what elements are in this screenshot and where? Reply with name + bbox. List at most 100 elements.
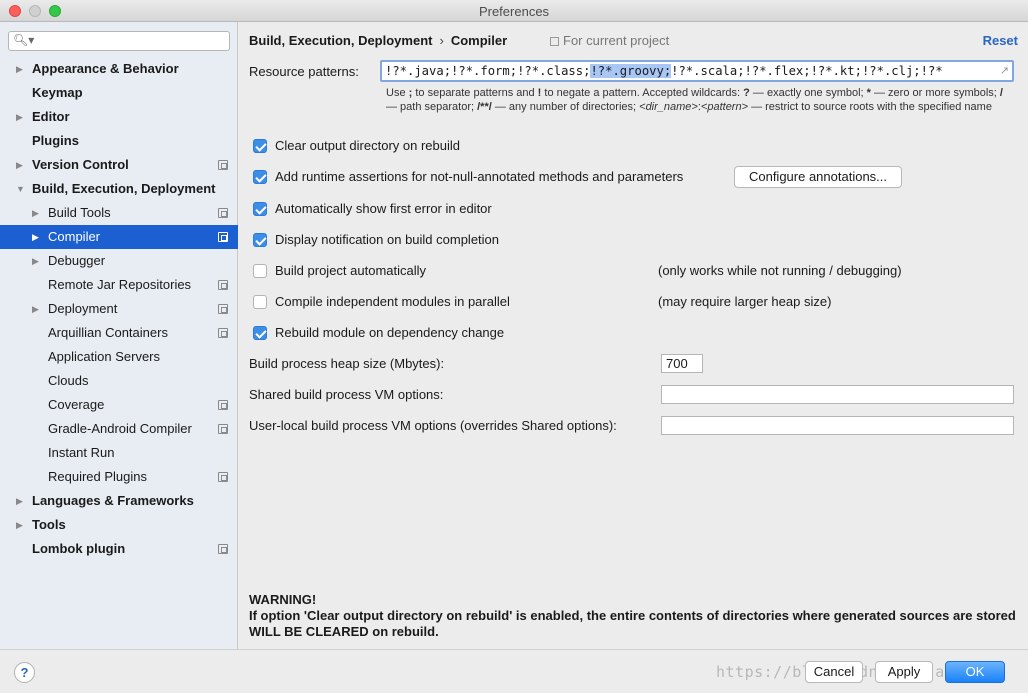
build-automatically-note: (only works while not running / debuggin… — [658, 263, 902, 278]
sidebar-item-label: Plugins — [32, 133, 79, 148]
rebuild-on-dependency-checkbox[interactable] — [253, 326, 267, 340]
sidebar-item-build-tools[interactable]: ▶ Build Tools — [0, 201, 238, 225]
sidebar-item-application-servers[interactable]: Application Servers — [0, 345, 238, 369]
sidebar-item-label: Debugger — [48, 253, 106, 268]
resource-patterns-hint: Use ; to separate patterns and ! to nega… — [386, 87, 1003, 113]
chevron-right-icon[interactable]: ▶ — [16, 489, 23, 513]
user-vm-label: User-local build process VM options (ove… — [249, 418, 617, 433]
breadcrumb-parent: Build, Execution, Deployment — [249, 33, 433, 48]
help-button[interactable]: ? — [14, 662, 35, 683]
reset-link[interactable]: Reset — [983, 33, 1018, 48]
apply-button[interactable]: Apply — [875, 661, 933, 683]
sidebar-item-version-control[interactable]: ▶ Version Control — [0, 153, 238, 177]
sidebar-item-label: Languages & Frameworks — [32, 493, 194, 508]
heap-size-label: Build process heap size (Mbytes): — [249, 356, 445, 371]
build-notification-checkbox[interactable] — [253, 233, 267, 247]
shared-vm-input[interactable] — [661, 385, 1014, 404]
chevron-right-icon[interactable]: ▶ — [32, 225, 39, 249]
chevron-right-icon[interactable]: ▶ — [32, 297, 39, 321]
chevron-right-icon[interactable]: ▶ — [16, 513, 23, 537]
sidebar-item-arquillian-containers[interactable]: Arquillian Containers — [0, 321, 238, 345]
expand-icon[interactable]: ↗ — [1000, 62, 1009, 80]
option-label: Display notification on build completion — [275, 232, 500, 247]
sidebar-item-label: Tools — [32, 517, 66, 532]
sidebar-item-label: Keymap — [32, 85, 83, 100]
sidebar-item-label: Required Plugins — [48, 469, 148, 484]
project-scope-icon — [218, 232, 228, 242]
sidebar-item-tools[interactable]: ▶ Tools — [0, 513, 238, 537]
resource-patterns-text: !?*.java;!?*.form;!?*.class; — [385, 64, 591, 78]
settings-tree: ▶ Appearance & Behavior Keymap ▶ Editor Plugi… — [0, 57, 238, 561]
sidebar-item-label: Application Servers — [48, 349, 160, 364]
configure-annotations-button[interactable]: Configure annotations... — [734, 166, 902, 188]
shared-vm-label: Shared build process VM options: — [249, 387, 444, 402]
breadcrumb-separator: › — [439, 33, 444, 48]
runtime-assertions-checkbox[interactable] — [253, 170, 267, 184]
sidebar-item-instant-run[interactable]: Instant Run — [0, 441, 238, 465]
sidebar-item-build-execution-deployment[interactable]: ▼ Build, Execution, Deployment — [0, 177, 238, 201]
sidebar-item-required-plugins[interactable]: Required Plugins — [0, 465, 238, 489]
sidebar-item-label: Build, Execution, Deployment — [32, 181, 216, 196]
project-scope-icon — [218, 400, 228, 410]
sidebar-item-label: Appearance & Behavior — [32, 61, 179, 76]
resource-patterns-selection: !?*.groovy; — [590, 64, 672, 78]
project-scope-icon — [218, 304, 228, 314]
ok-button[interactable]: OK — [945, 661, 1005, 683]
sidebar-item-remote-jar-repositories[interactable]: Remote Jar Repositories — [0, 273, 238, 297]
scope-label: For current project — [563, 33, 670, 48]
resource-patterns-label: Resource patterns: — [249, 64, 359, 79]
sidebar-item-deployment[interactable]: ▶ Deployment — [0, 297, 238, 321]
cancel-button[interactable]: Cancel — [805, 661, 863, 683]
user-vm-input[interactable] — [661, 416, 1014, 435]
sidebar-item-label: Arquillian Containers — [48, 325, 168, 340]
option-label: Rebuild module on dependency change — [275, 325, 505, 340]
project-scope-icon — [218, 328, 228, 338]
breadcrumb-current: Compiler — [450, 33, 508, 48]
project-scope-icon — [218, 544, 228, 554]
breadcrumb: Build, Execution, Deployment › Compiler — [249, 33, 507, 48]
chevron-down-icon[interactable]: ▼ — [16, 177, 25, 201]
sidebar-item-appearance-behavior[interactable]: ▶ Appearance & Behavior — [0, 57, 238, 81]
sidebar-item-plugins[interactable]: Plugins — [0, 129, 238, 153]
warning-body: If option 'Clear output directory on reb… — [249, 608, 1016, 639]
heap-size-input[interactable]: 700 — [661, 354, 703, 373]
scope-indicator: For current project — [550, 33, 669, 48]
clear-output-checkbox[interactable] — [253, 139, 267, 153]
sidebar-item-editor[interactable]: ▶ Editor — [0, 105, 238, 129]
sidebar-item-clouds[interactable]: Clouds — [0, 369, 238, 393]
settings-search[interactable]: 🔍︎▾ — [8, 31, 230, 51]
sidebar-item-languages-frameworks[interactable]: ▶ Languages & Frameworks — [0, 489, 238, 513]
sidebar-item-label: Version Control — [32, 157, 129, 172]
sidebar-item-lombok-plugin[interactable]: Lombok plugin — [0, 537, 238, 561]
sidebar-item-label: Build Tools — [48, 205, 111, 220]
show-first-error-checkbox[interactable] — [253, 202, 267, 216]
build-automatically-checkbox[interactable] — [253, 264, 267, 278]
chevron-right-icon[interactable]: ▶ — [16, 105, 23, 129]
sidebar-item-label: Gradle-Android Compiler — [48, 421, 192, 436]
sidebar-item-keymap[interactable]: Keymap — [0, 81, 238, 105]
project-scope-icon — [218, 160, 228, 170]
resource-patterns-input[interactable]: !?*.java;!?*.form;!?*.class;!?*.groovy;!… — [380, 60, 1014, 82]
sidebar-item-label: Coverage — [48, 397, 105, 412]
search-input[interactable] — [33, 33, 225, 49]
settings-sidebar: 🔍︎▾ ▶ Appearance & Behavior Keymap ▶ Editor P… — [0, 22, 238, 649]
option-label: Build project automatically — [275, 263, 427, 278]
parallel-compile-checkbox[interactable] — [253, 295, 267, 309]
sidebar-item-label: Clouds — [48, 373, 89, 388]
chevron-right-icon[interactable]: ▶ — [16, 57, 23, 81]
sidebar-item-label: Deployment — [48, 301, 118, 316]
chevron-right-icon[interactable]: ▶ — [32, 249, 39, 273]
sidebar-item-debugger[interactable]: ▶ Debugger — [0, 249, 238, 273]
dialog-footer: ? https://blog.csdn.net/javayes Cancel A… — [0, 649, 1028, 693]
chevron-right-icon[interactable]: ▶ — [32, 201, 39, 225]
warning-title: WARNING! — [249, 592, 317, 607]
sidebar-item-coverage[interactable]: Coverage — [0, 393, 238, 417]
parallel-compile-note: (may require larger heap size) — [658, 294, 832, 309]
option-label: Add runtime assertions for not-null-anno… — [275, 169, 684, 184]
sidebar-item-gradle-android-compiler[interactable]: Gradle-Android Compiler — [0, 417, 238, 441]
search-icon: 🔍︎▾ — [13, 33, 35, 47]
sidebar-item-compiler[interactable]: ▶ Compiler — [0, 225, 238, 249]
chevron-right-icon[interactable]: ▶ — [16, 153, 23, 177]
project-scope-icon — [550, 37, 559, 46]
sidebar-item-label: Compiler — [48, 229, 101, 244]
